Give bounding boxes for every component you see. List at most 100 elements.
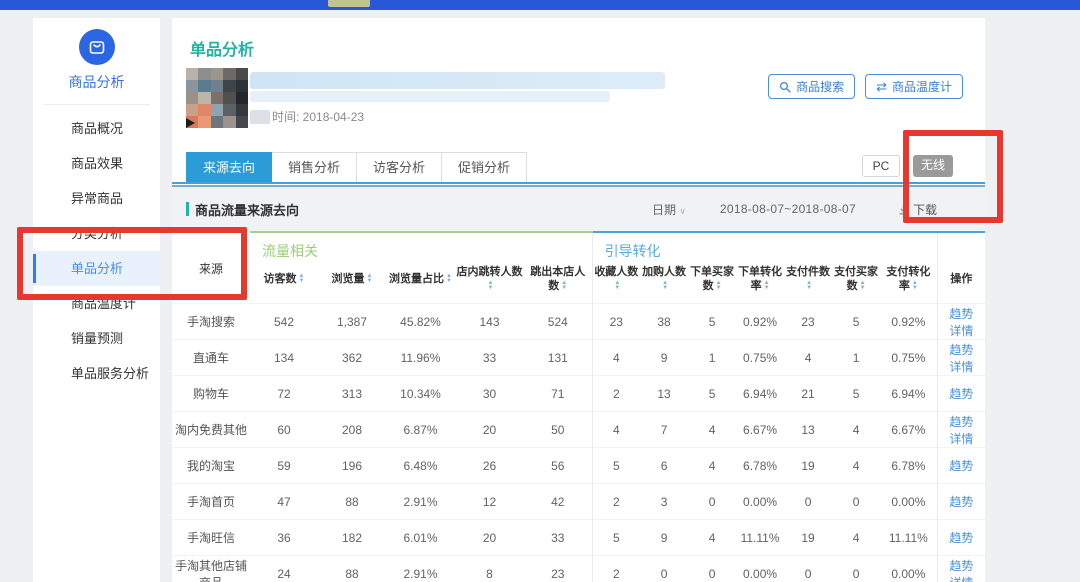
sort-icon[interactable]: ▲▼ (488, 281, 494, 291)
toggle-无线[interactable]: 无线 (913, 155, 953, 177)
tab-销售分析[interactable]: 销售分析 (272, 152, 357, 183)
col-header-浏览量[interactable]: 浏览量▲▼ (318, 263, 386, 304)
action-link-趋势[interactable]: 趋势 (949, 307, 973, 321)
mosaic-cell (223, 116, 235, 128)
date-dropdown[interactable]: 日期 ∨ (652, 201, 686, 218)
cell-value: 4 (832, 520, 880, 556)
action-link-趋势[interactable]: 趋势 (949, 415, 973, 429)
product-search-label: 商品搜索 (796, 78, 844, 95)
sidebar-item-商品温度计[interactable]: 商品温度计 (33, 286, 160, 321)
cell-value: 5 (832, 376, 880, 412)
sidebar-item-异常商品[interactable]: 异常商品 (33, 181, 160, 216)
sidebar-item-商品效果[interactable]: 商品效果 (33, 146, 160, 181)
sidebar-item-单品分析[interactable]: 单品分析 (33, 251, 160, 286)
tab-来源去向[interactable]: 来源去向 (186, 152, 272, 183)
product-subtitle-blurred (250, 91, 610, 102)
cell-source: 手淘搜索 (172, 304, 250, 340)
sort-icon[interactable]: ▲▼ (860, 281, 866, 291)
sidebar-item-单品服务分析[interactable]: 单品服务分析 (33, 356, 160, 391)
table-body: 手淘搜索5421,38745.82%143524233850.92%2350.9… (172, 304, 985, 582)
cell-value: 33 (455, 340, 524, 376)
swap-icon: ⇄ (876, 80, 887, 93)
col-header-浏览量占比[interactable]: 浏览量占比▲▼ (386, 263, 455, 304)
action-link-趋势[interactable]: 趋势 (949, 559, 973, 573)
col-header-店内跳转人数[interactable]: 店内跳转人数▲▼ (455, 263, 524, 304)
action-link-趋势[interactable]: 趋势 (949, 459, 973, 473)
section-title: 商品流量来源去向 (195, 200, 299, 219)
sort-icon[interactable]: ▲▼ (764, 281, 770, 291)
cell-value: 13 (640, 376, 688, 412)
col-header-下单转化率[interactable]: 下单转化率▲▼ (736, 263, 784, 304)
action-link-详情[interactable]: 详情 (949, 324, 973, 338)
mosaic-cell (223, 104, 235, 116)
action-link-趋势[interactable]: 趋势 (949, 531, 973, 545)
sort-icon[interactable]: ▲▼ (806, 281, 812, 291)
cell-value: 134 (250, 340, 318, 376)
col-header-收藏人数[interactable]: 收藏人数▲▼ (592, 263, 640, 304)
sort-icon[interactable]: ▲▼ (299, 274, 305, 284)
action-link-趋势[interactable]: 趋势 (949, 495, 973, 509)
cell-value: 5 (592, 448, 640, 484)
col-header-支付件数[interactable]: 支付件数▲▼ (784, 263, 832, 304)
cell-value: 5 (688, 376, 736, 412)
sidebar-item-商品概况[interactable]: 商品概况 (33, 111, 160, 146)
sidebar-menu: 商品概况商品效果异常商品分类分析单品分析商品温度计销量预测单品服务分析 (33, 111, 160, 391)
cell-value: 208 (318, 412, 386, 448)
sort-icon[interactable]: ▲▼ (446, 274, 452, 284)
cell-value: 3 (640, 484, 688, 520)
action-link-趋势[interactable]: 趋势 (949, 343, 973, 357)
toggle-PC[interactable]: PC (862, 155, 900, 177)
cell-value: 0.75% (880, 340, 937, 376)
cell-value: 19 (784, 448, 832, 484)
download-button[interactable]: 下载 (898, 201, 937, 218)
cell-value: 143 (455, 304, 524, 340)
cell-actions: 趋势详情 (937, 340, 985, 376)
cell-source: 手淘旺信 (172, 520, 250, 556)
main-content-card: 单品分析 时间: 2018-04-23 商品搜索 ⇄ 商品温度计 (172, 18, 985, 582)
col-header-加购人数[interactable]: 加购人数▲▼ (640, 263, 688, 304)
action-link-详情[interactable]: 详情 (949, 576, 973, 582)
action-link-详情[interactable]: 详情 (949, 360, 973, 374)
date-range-value: 2018-08-07~2018-08-07 (720, 202, 856, 216)
cell-value: 6.78% (736, 448, 784, 484)
cell-value: 313 (318, 376, 386, 412)
table-row: 手淘其他店铺商品24882.91%8232000.00%000.00%趋势详情 (172, 556, 985, 582)
cell-value: 12 (455, 484, 524, 520)
sort-icon[interactable]: ▲▼ (716, 281, 722, 291)
sort-icon[interactable]: ▲▼ (367, 274, 373, 284)
sort-icon[interactable]: ▲▼ (561, 281, 567, 291)
cell-value: 50 (524, 412, 592, 448)
cell-value: 2.91% (386, 556, 455, 582)
cell-value: 88 (318, 484, 386, 520)
tab-访客分析[interactable]: 访客分析 (357, 152, 442, 183)
cell-value: 8 (455, 556, 524, 582)
cell-value: 0.00% (736, 556, 784, 582)
action-link-详情[interactable]: 详情 (949, 432, 973, 446)
table-row: 我的淘宝591966.48%26565646.78%1946.78%趋势 (172, 448, 985, 484)
col-header-跳出本店人数[interactable]: 跳出本店人数▲▼ (524, 263, 592, 304)
mosaic-cell (236, 92, 248, 104)
cell-value: 0 (832, 556, 880, 582)
cell-source: 淘内免费其他 (172, 412, 250, 448)
app-screen: 商品分析 商品概况商品效果异常商品分类分析单品分析商品温度计销量预测单品服务分析… (0, 0, 1080, 582)
col-header-下单买家数[interactable]: 下单买家数▲▼ (688, 263, 736, 304)
brand-label: 商品分析 (33, 72, 160, 92)
product-search-button[interactable]: 商品搜索 (768, 74, 855, 99)
sort-icon[interactable]: ▲▼ (614, 281, 620, 291)
cell-value: 182 (318, 520, 386, 556)
cell-value: 47 (250, 484, 318, 520)
cell-value: 0.92% (736, 304, 784, 340)
sort-icon[interactable]: ▲▼ (912, 281, 918, 291)
col-header-支付转化率[interactable]: 支付转化率▲▼ (880, 263, 937, 304)
cell-value: 1 (832, 340, 880, 376)
action-link-趋势[interactable]: 趋势 (949, 387, 973, 401)
sidebar-item-分类分析[interactable]: 分类分析 (33, 216, 160, 251)
tab-促销分析[interactable]: 促销分析 (442, 152, 527, 183)
mosaic-cell (198, 92, 210, 104)
mosaic-cell (211, 68, 223, 80)
product-thermometer-button[interactable]: ⇄ 商品温度计 (865, 74, 963, 99)
col-header-访客数[interactable]: 访客数▲▼ (250, 263, 318, 304)
sort-icon[interactable]: ▲▼ (662, 281, 668, 291)
sidebar-item-销量预测[interactable]: 销量预测 (33, 321, 160, 356)
col-header-支付买家数[interactable]: 支付买家数▲▼ (832, 263, 880, 304)
